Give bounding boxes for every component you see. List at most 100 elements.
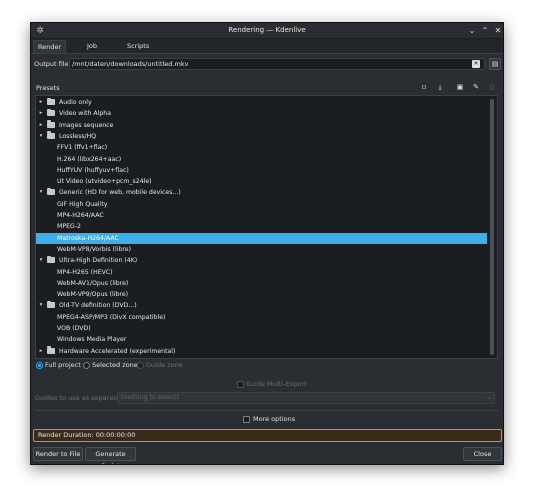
tab-scripts[interactable]: Scripts: [123, 40, 153, 53]
chevron-right-icon[interactable]: ▸: [38, 120, 44, 131]
chevron-right-icon[interactable]: ▸: [38, 108, 44, 119]
presets-label: Presets: [36, 84, 60, 92]
preset-label: GIF High Quality: [57, 200, 108, 208]
preset-label: H.264 (libx264+aac): [57, 155, 122, 163]
preset-label: WebM-AV1/Opus (libre): [57, 279, 129, 287]
chevron-down-icon[interactable]: ▾: [38, 131, 44, 142]
radio-full-project[interactable]: [36, 362, 43, 369]
delete-preset-icon: ▯: [490, 83, 494, 91]
preset-label: WebM-VP9/Opus (libre): [57, 291, 129, 299]
new-preset-icon[interactable]: ▫: [419, 82, 429, 92]
preset-item-row[interactable]: Ut Video (utvideo+pcm_s24le): [36, 176, 487, 187]
divider: [35, 410, 499, 411]
preset-label: Images sequence: [59, 121, 114, 129]
folder-icon: [47, 97, 55, 105]
preset-item-row[interactable]: Matroska-H264/AAC: [36, 232, 487, 244]
chevron-down-icon[interactable]: ▾: [38, 187, 44, 198]
preset-group-row[interactable]: ▾ Generic (HD for web, mobile devices...): [36, 187, 487, 198]
tab-job-queue[interactable]: Job Queue: [83, 40, 112, 63]
preset-item-row[interactable]: WebM-AV1/Opus (libre): [36, 278, 487, 289]
folder-icon: [47, 120, 55, 128]
output-file-input[interactable]: /mnt/daten/downloads/untitled.mkv ✕: [69, 58, 485, 70]
preset-item-row[interactable]: HuffYUV (huffyuv+flac): [36, 165, 487, 176]
generate-script-button[interactable]: Generate Script: [85, 447, 136, 464]
more-options-label[interactable]: More options: [253, 415, 295, 423]
document-open-icon: ▤: [491, 60, 499, 68]
guides-separator-select: (nothing to select) ⌄: [117, 392, 495, 404]
preset-item-row[interactable]: MP4-H265 (HEVC): [36, 267, 487, 278]
clear-icon[interactable]: ✕: [472, 60, 480, 68]
preset-group-row[interactable]: ▾ Ultra-High Definition (4K): [36, 255, 487, 266]
folder-icon: [47, 131, 55, 139]
preset-label: Matroska-H264/AAC: [57, 234, 119, 242]
preset-label: MP4-H265 (HEVC): [57, 268, 113, 276]
preset-item-row[interactable]: Windows Media Player: [36, 334, 487, 345]
preset-group-row[interactable]: ▸ Images sequence: [36, 120, 487, 131]
preset-item-row[interactable]: VOB (DVD): [36, 323, 487, 334]
folder-icon: [47, 108, 55, 117]
preset-group-row[interactable]: ▾ Lossless/HQ: [36, 131, 487, 142]
preset-label: Ut Video (utvideo+pcm_s24le): [57, 178, 152, 186]
preset-label: Generic (HD for web, mobile devices...): [59, 189, 181, 197]
chevron-down-icon[interactable]: ▾: [38, 300, 44, 311]
window-title: Rendering — Kdenlive: [228, 26, 306, 34]
preset-group-row[interactable]: ▸ Video with Alpha: [36, 108, 487, 119]
render-to-file-button[interactable]: Render to File: [33, 447, 83, 461]
close-button[interactable]: Close: [463, 447, 502, 461]
maximize-icon[interactable]: ⌃: [480, 26, 490, 36]
preset-label: Lossless/HQ: [59, 132, 97, 140]
preset-label: WebM-VP8/Vorbis (libre): [57, 245, 132, 253]
save-preset-icon[interactable]: ▣: [455, 82, 465, 92]
edit-preset-icon[interactable]: ✎: [471, 82, 481, 92]
more-options-checkbox[interactable]: [243, 416, 250, 423]
guide-zone-label: Guide zone: [146, 361, 183, 369]
tree-scrollbar[interactable]: [488, 97, 496, 357]
preset-label: Old-TV definition (DVD...): [59, 302, 137, 310]
chevron-down-icon[interactable]: ▾: [38, 255, 44, 266]
preset-label: Hardware Accelerated (experimental): [59, 347, 176, 355]
chevron-down-icon: ⌄: [485, 394, 491, 401]
full-project-label[interactable]: Full project: [45, 361, 81, 369]
folder-icon: [47, 187, 55, 196]
preset-item-row[interactable]: MPEG-2: [36, 221, 487, 232]
preset-label: MPEG-2: [57, 223, 81, 231]
preset-label: VOB (DVD): [57, 325, 91, 332]
output-file-label: Output file: [34, 60, 69, 68]
render-duration-bar: Render Duration: 00:00:00:00: [33, 429, 502, 442]
preset-label: MPEG4-ASP/MP3 (DivX compatible): [57, 313, 166, 321]
render-dialog: ✲ Rendering — Kdenlive ⌄ ⌃ ✕ Render Proj…: [30, 22, 504, 465]
preset-item-row[interactable]: MP4-H264/AAC: [36, 210, 487, 221]
preset-label: FFV1 (ffv1+flac): [57, 144, 108, 152]
presets-tree[interactable]: ▸ Hardware Accelerated (experimental) Wind…: [35, 95, 498, 359]
close-icon[interactable]: ✕: [493, 26, 503, 36]
preset-label: Windows Media Player: [57, 336, 127, 344]
preset-label: Ultra-High Definition (4K): [59, 257, 138, 265]
preset-item-row[interactable]: FFV1 (ffv1+flac): [36, 142, 487, 153]
preset-group-row[interactable]: ▸ Hardware Accelerated (experimental): [36, 346, 487, 357]
tree-scrollbar-thumb[interactable]: [490, 99, 494, 355]
chevron-right-icon[interactable]: ▸: [38, 346, 44, 357]
radio-guide-zone: [137, 362, 144, 369]
preset-label: MP4-H264/AAC: [57, 212, 104, 219]
preset-item-row[interactable]: WebM-VP9/Opus (libre): [36, 289, 487, 300]
minimize-chevron-icon[interactable]: ⌄: [467, 26, 477, 36]
preset-group-row[interactable]: ▸ Audio only: [36, 97, 487, 108]
preset-label: Audio only: [59, 99, 92, 106]
chevron-right-icon[interactable]: ▸: [38, 97, 44, 108]
guide-multi-export-label: Guide Multi-Export: [246, 380, 307, 388]
download-preset-icon[interactable]: ⤓: [435, 82, 445, 92]
preset-group-row[interactable]: ▾ Old-TV definition (DVD...): [36, 300, 487, 311]
output-file-path: /mnt/daten/downloads/untitled.mkv: [72, 60, 189, 68]
preset-item-row[interactable]: H.264 (libx264+aac): [36, 154, 487, 165]
preset-item-row[interactable]: WebM-VP8/Vorbis (libre): [36, 244, 487, 255]
selected-zone-label[interactable]: Selected zone: [92, 361, 138, 369]
guides-separator-value: (nothing to select): [121, 394, 179, 401]
preset-item-row[interactable]: GIF High Quality: [36, 199, 487, 210]
radio-selected-zone[interactable]: [83, 362, 90, 369]
guide-multi-export-checkbox: [237, 381, 244, 388]
title-bar: ✲ Rendering — Kdenlive ⌄ ⌃ ✕: [31, 23, 503, 39]
browse-file-button[interactable]: ▤: [489, 58, 501, 70]
folder-icon: [47, 300, 55, 309]
preset-item-row[interactable]: MPEG4-ASP/MP3 (DivX compatible): [36, 312, 487, 323]
tab-render-project[interactable]: Render Project: [33, 40, 67, 64]
